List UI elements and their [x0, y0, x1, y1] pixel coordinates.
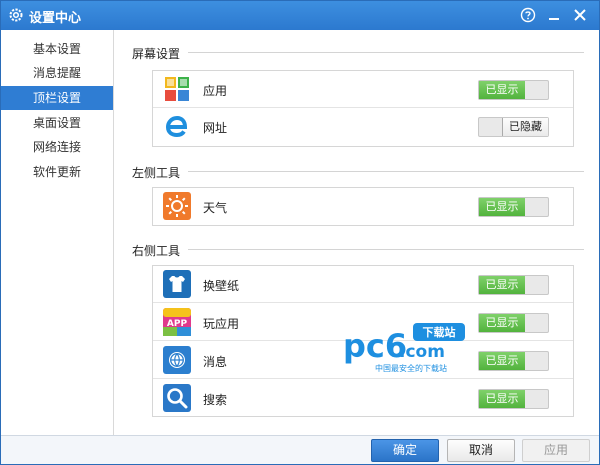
row-label: 搜索 [203, 393, 228, 407]
close-icon [574, 9, 586, 21]
watermark-badge: 下载站 [423, 325, 456, 339]
row-label: 网址 [203, 121, 228, 135]
list-item: 应用 已显示 [153, 71, 573, 108]
news-globe-icon [163, 346, 191, 374]
toggle-state-label: 已显示 [479, 314, 525, 332]
main-panel: 屏幕设置 应用 已显示 网址 已隐藏 左侧工具 天气 已显示 右侧工具 换壁纸 … [114, 30, 599, 435]
browser-e-icon [165, 115, 188, 138]
list-item: 网址 已隐藏 [153, 108, 573, 145]
settings-window: 设置中心 基本设置 消息提醒 顶栏设置 桌面设置 网络连接 软件更新 屏幕设置 … [0, 0, 600, 465]
visibility-toggle[interactable]: 已显示 [478, 275, 549, 295]
watermark-brand-suffix: .com [399, 342, 445, 362]
pc6-watermark-logo: pc6 .com 下载站 中国最安全的下载站 [343, 323, 465, 373]
row-label: 换壁纸 [203, 279, 240, 293]
section-title-left-tools: 左侧工具 [132, 166, 181, 180]
apps-grid-icon [165, 77, 189, 101]
minimize-icon [549, 18, 559, 20]
watermark-tagline: 中国最安全的下载站 [375, 363, 447, 373]
row-label: 天气 [203, 201, 228, 215]
toggle-state-label: 已显示 [479, 81, 525, 99]
minimize-button[interactable] [543, 4, 565, 26]
help-icon [520, 7, 536, 23]
section-divider [188, 52, 584, 53]
sidebar-item-topbar[interactable]: 顶栏设置 [1, 86, 113, 110]
sidebar-item-basic[interactable]: 基本设置 [1, 37, 113, 61]
toggle-state-label: 已显示 [479, 390, 525, 408]
list-item: 搜索 已显示 [153, 380, 573, 417]
help-button[interactable] [517, 4, 539, 26]
list-item: 换壁纸 已显示 [153, 266, 573, 303]
sidebar-item-desktop[interactable]: 桌面设置 [1, 111, 113, 135]
sidebar-item-notifications[interactable]: 消息提醒 [1, 61, 113, 85]
visibility-toggle[interactable]: 已显示 [478, 197, 549, 217]
watermark-brand: pc6 [343, 327, 407, 365]
ok-button[interactable]: 确定 [371, 439, 439, 462]
visibility-toggle[interactable]: 已隐藏 [478, 117, 549, 137]
title-bar: 设置中心 [1, 1, 599, 30]
row-label: 玩应用 [203, 317, 240, 331]
wallpaper-shirt-icon [163, 270, 191, 298]
section-title-screen: 屏幕设置 [132, 47, 181, 61]
sidebar-item-network[interactable]: 网络连接 [1, 135, 113, 159]
group-screen: 应用 已显示 网址 已隐藏 [152, 70, 574, 147]
footer-bar: 确定 取消 应用 [1, 435, 599, 464]
toggle-state-label: 已隐藏 [502, 118, 548, 136]
search-icon [163, 384, 191, 412]
section-divider [188, 171, 584, 172]
apply-button: 应用 [522, 439, 590, 462]
gear-icon [9, 8, 23, 22]
sidebar-item-update[interactable]: 软件更新 [1, 160, 113, 184]
visibility-toggle[interactable]: 已显示 [478, 80, 549, 100]
section-divider [188, 249, 584, 250]
toggle-state-label: 已显示 [479, 352, 525, 370]
toggle-state-label: 已显示 [479, 198, 525, 216]
close-button[interactable] [569, 4, 591, 26]
visibility-toggle[interactable]: 已显示 [478, 389, 549, 409]
visibility-toggle[interactable]: 已显示 [478, 351, 549, 371]
app-store-icon: APP [163, 308, 191, 336]
svg-text:APP: APP [167, 319, 188, 329]
row-label: 消息 [203, 355, 228, 369]
sidebar: 基本设置 消息提醒 顶栏设置 桌面设置 网络连接 软件更新 [1, 30, 114, 435]
window-title: 设置中心 [29, 11, 82, 26]
toggle-state-label: 已显示 [479, 276, 525, 294]
weather-sun-icon [163, 192, 191, 220]
cancel-button[interactable]: 取消 [447, 439, 515, 462]
list-item: 天气 已显示 [153, 188, 573, 225]
section-title-right-tools: 右侧工具 [132, 244, 181, 258]
row-label: 应用 [203, 84, 228, 98]
visibility-toggle[interactable]: 已显示 [478, 313, 549, 333]
group-left-tools: 天气 已显示 [152, 187, 574, 226]
